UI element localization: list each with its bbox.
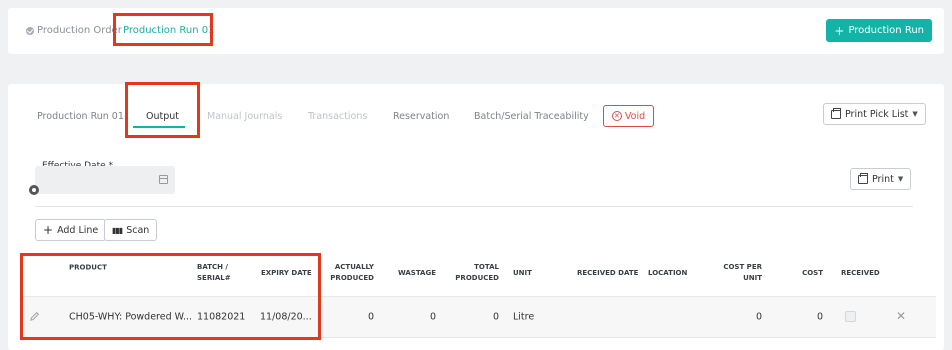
chevron-down-icon: ▼ xyxy=(897,175,904,183)
print-pick-list-button[interactable]: Print Pick List ▼ xyxy=(823,103,926,125)
close-circle-icon: ✕ xyxy=(611,111,622,121)
header-location: LOCATION xyxy=(648,269,688,277)
header-total-line1: TOTAL xyxy=(474,263,499,271)
calendar-icon[interactable] xyxy=(159,175,168,184)
cell-unit: Litre xyxy=(513,311,535,323)
section-divider xyxy=(35,206,913,207)
scan-button[interactable]: ▮▮▮ Scan xyxy=(104,219,158,241)
header-total-produced: TOTAL PRODUCED xyxy=(455,262,499,284)
cell-batch[interactable]: 11082021 xyxy=(197,312,245,323)
add-line-button[interactable]: + Add Line xyxy=(35,219,107,241)
tab-batch-serial-traceability[interactable]: Batch/Serial Traceability xyxy=(474,111,589,122)
breadcrumb-previous[interactable]: Production Order xyxy=(26,25,122,36)
add-line-label: Add Line xyxy=(57,224,99,236)
add-production-run-button[interactable]: + Production Run xyxy=(826,19,932,42)
check-circle-icon xyxy=(26,26,34,35)
header-wastage: WASTAGE xyxy=(397,269,436,277)
tab-production-run[interactable]: Production Run 01 xyxy=(37,111,124,122)
received-checkbox[interactable] xyxy=(845,311,856,322)
cell-expiry[interactable]: 11/08/20... xyxy=(260,312,312,323)
tab-output[interactable]: Output xyxy=(146,111,179,122)
plus-icon: + xyxy=(834,23,845,38)
header-total-line2: PRODUCED xyxy=(455,274,499,282)
void-label: Void xyxy=(624,110,646,122)
header-cost: COST xyxy=(802,269,823,277)
tab-transactions[interactable]: Transactions xyxy=(308,111,367,122)
cell-actually-produced[interactable]: 0 xyxy=(330,312,374,323)
header-batch-serial: BATCH / SERIAL# xyxy=(197,262,231,284)
header-cost-per-line1: COST PER xyxy=(723,263,762,271)
print-pick-list-label: Print Pick List xyxy=(845,108,909,120)
effective-date-input[interactable] xyxy=(35,166,175,194)
barcode-icon: ▮▮▮ xyxy=(112,225,123,235)
header-unit: UNIT xyxy=(513,269,532,277)
printer-icon xyxy=(831,107,841,119)
pencil-icon[interactable] xyxy=(29,311,40,322)
chevron-down-icon: ▼ xyxy=(912,110,918,118)
header-cost-per-line2: UNIT xyxy=(743,274,762,282)
print-label: Print xyxy=(872,173,894,185)
header-expiry-date: EXPIRY DATE xyxy=(261,269,312,277)
remove-row-icon[interactable]: ✕ xyxy=(896,309,906,323)
scan-label: Scan xyxy=(126,224,150,236)
header-received: RECEIVED xyxy=(841,269,880,277)
active-tab-indicator xyxy=(133,126,185,128)
header-actually-produced: ACTUALLY PRODUCED xyxy=(330,262,374,284)
void-button[interactable]: ✕ Void xyxy=(603,105,654,127)
header-received-date: RECEIVED DATE xyxy=(577,269,639,277)
header-product: PRODUCT xyxy=(69,263,107,272)
header-batch-line2: SERIAL# xyxy=(197,274,231,282)
print-button[interactable]: Print ▼ xyxy=(850,168,912,190)
cell-cost: 0 xyxy=(816,311,823,323)
breadcrumb-previous-label: Production Order xyxy=(37,25,122,36)
cell-product[interactable]: CH05-WHY: Powdered W... xyxy=(69,312,192,323)
header-actually-line1: ACTUALLY xyxy=(334,263,374,271)
breadcrumb-current: Production Run 01 xyxy=(123,25,215,36)
header-cost-per-unit: COST PER UNIT xyxy=(720,262,762,284)
header-actually-line2: PRODUCED xyxy=(330,274,374,282)
plus-icon: + xyxy=(43,223,54,237)
header-batch-line1: BATCH / xyxy=(197,263,228,271)
tab-reservation[interactable]: Reservation xyxy=(393,111,449,122)
cell-wastage[interactable]: 0 xyxy=(396,312,436,323)
top-bar: Production Order Production Run 01 + Pro… xyxy=(8,8,944,54)
gear-icon[interactable] xyxy=(29,185,39,195)
cell-cost-per-unit[interactable]: 0 xyxy=(720,312,762,323)
tab-manual-journals[interactable]: Manual Journals xyxy=(207,111,282,122)
cell-total-produced: 0 xyxy=(492,311,499,323)
add-production-run-label: Production Run xyxy=(848,25,924,36)
printer-icon xyxy=(858,172,868,184)
